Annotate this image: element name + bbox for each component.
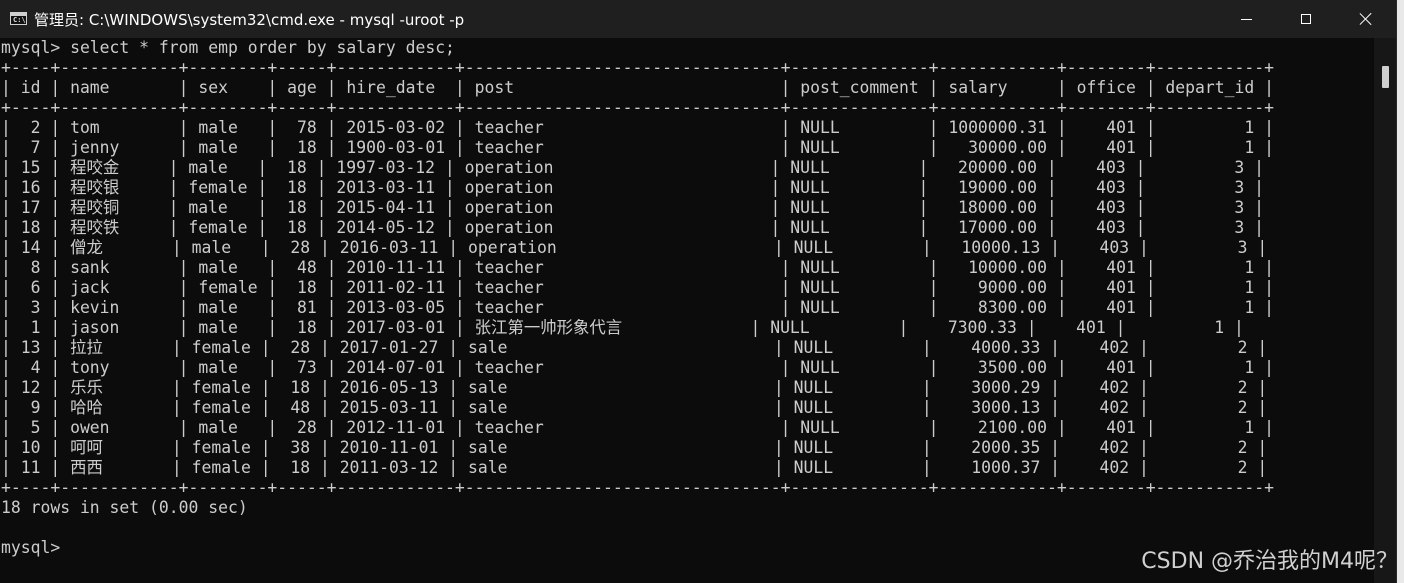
close-button[interactable] xyxy=(1336,0,1396,38)
maximize-icon xyxy=(1301,14,1311,24)
watermark: CSDN @乔治我的M4呢？ xyxy=(1141,549,1398,574)
cmd-icon[interactable]: C:\ xyxy=(10,12,27,25)
background-window-edge xyxy=(1397,0,1404,583)
window-title: 管理员: C:\WINDOWS\system32\cmd.exe - mysql… xyxy=(34,11,465,29)
maximize-button[interactable] xyxy=(1276,0,1336,38)
scrollbar-thumb[interactable] xyxy=(1382,66,1389,88)
minimize-icon xyxy=(1240,18,1252,20)
scrollbar[interactable] xyxy=(1374,38,1396,583)
close-icon xyxy=(1359,12,1373,26)
terminal-text[interactable]: mysql> select * from emp order by salary… xyxy=(0,38,1372,558)
console-output[interactable]: mysql> select * from emp order by salary… xyxy=(0,38,1372,583)
console-window: C:\ 管理员: C:\WINDOWS\system32\cmd.exe - m… xyxy=(0,0,1397,583)
minimize-button[interactable] xyxy=(1216,0,1276,38)
title-bar[interactable]: C:\ 管理员: C:\WINDOWS\system32\cmd.exe - m… xyxy=(0,0,1396,38)
